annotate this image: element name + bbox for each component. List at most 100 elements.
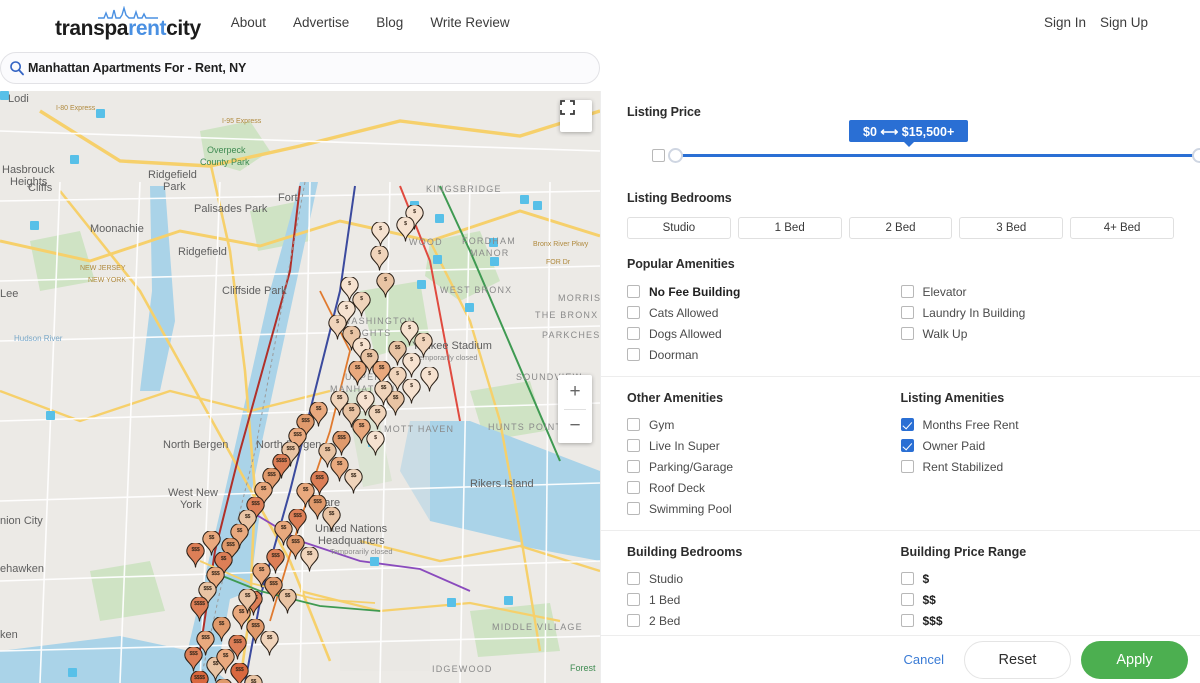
checkbox-cats-allowed[interactable]: Cats Allowed [627, 302, 901, 323]
checkbox-box[interactable] [627, 593, 640, 606]
map-price-pin[interactable]: $$ [374, 381, 393, 406]
sign-up-link[interactable]: Sign Up [1100, 15, 1148, 30]
checkbox-price-1[interactable]: $ [900, 568, 1175, 589]
map-price-pin[interactable]: $$ [344, 469, 363, 494]
site-logo[interactable]: transparentcity [55, 5, 201, 39]
skyline-icon [97, 5, 158, 19]
map-zoom-out-button[interactable]: − [558, 409, 592, 443]
price-slider-track[interactable] [677, 154, 1200, 157]
checkbox-box[interactable] [900, 614, 914, 627]
map-price-pin[interactable]: $$ [278, 589, 297, 614]
map-price-pin[interactable]: $$$ [214, 679, 233, 683]
bedroom-option-2bed[interactable]: 2 Bed [848, 217, 953, 239]
checkbox-building-studio[interactable]: Studio [627, 568, 901, 589]
map-price-pin[interactable]: $$ [300, 547, 319, 572]
checkbox-no-fee-building[interactable]: No Fee Building [627, 281, 901, 302]
checkbox-walk-up[interactable]: Walk Up [900, 323, 1175, 344]
bedroom-option-3bed[interactable]: 3 Bed [959, 217, 1064, 239]
map-price-pin[interactable]: $ [376, 273, 395, 298]
map-price-pin[interactable]: $$$$ [190, 597, 209, 622]
map-price-pin[interactable]: $$ [244, 675, 263, 683]
map-price-pin[interactable]: $ [366, 431, 385, 456]
nav-item-blog[interactable]: Blog [376, 15, 403, 30]
checkbox-elevator[interactable]: Elevator [900, 281, 1175, 302]
filter-panel-footer: Cancel Reset Apply [601, 635, 1200, 683]
nav-item-write-review[interactable]: Write Review [430, 15, 509, 30]
checkbox-box[interactable] [627, 285, 640, 298]
checkbox-roof-deck[interactable]: Roof Deck [627, 477, 901, 498]
map-price-pin[interactable]: $$$ [186, 543, 205, 568]
transit-icon [435, 214, 444, 223]
bedroom-option-1bed[interactable]: 1 Bed [737, 217, 842, 239]
logo-text: transparentcity [55, 18, 201, 39]
map-canvas[interactable]: Lodi Hasbrouck Heights Moonachie Ridgefield P… [0, 91, 600, 683]
checkbox-box[interactable] [627, 348, 640, 361]
checkbox-dogs-allowed[interactable]: Dogs Allowed [627, 323, 901, 344]
checkbox-parking-garage[interactable]: Parking/Garage [627, 456, 901, 477]
checkbox-box[interactable] [627, 306, 640, 319]
checkbox-box[interactable] [900, 306, 914, 319]
app-root: transparentcity About Advertise Blog Wri… [0, 0, 1200, 683]
map-price-pin[interactable]: $ [371, 222, 390, 247]
map-price-pin[interactable]: $$$$ [190, 671, 209, 683]
checkbox-price-2[interactable]: $$ [900, 589, 1175, 610]
checkbox-rent-stabilized[interactable]: Rent Stabilized [900, 456, 1175, 477]
checkbox-box[interactable] [627, 502, 640, 515]
checkbox-box[interactable] [627, 327, 640, 340]
checkbox-live-in-super[interactable]: Live In Super [627, 435, 901, 456]
sign-in-link[interactable]: Sign In [1044, 15, 1086, 30]
map-price-pin[interactable]: $$ [348, 361, 367, 386]
bedroom-option-4plusbed[interactable]: 4+ Bed [1070, 217, 1174, 239]
nav-item-advertise[interactable]: Advertise [293, 15, 349, 30]
cancel-button[interactable]: Cancel [894, 652, 954, 667]
checkbox-box[interactable] [900, 418, 914, 431]
map-fullscreen-button[interactable] [560, 100, 592, 132]
search-input[interactable]: Manhattan Apartments For - Rent, NY [0, 52, 600, 84]
checkbox-months-free-rent[interactable]: Months Free Rent [900, 414, 1175, 435]
map-zoom-controls[interactable]: + − [558, 375, 592, 443]
listing-price-checkbox[interactable] [652, 149, 665, 162]
map-zoom-in-button[interactable]: + [558, 375, 592, 409]
checkbox-box[interactable] [627, 481, 640, 494]
checkbox-swimming-pool[interactable]: Swimming Pool [627, 498, 901, 519]
checkbox-box[interactable] [627, 418, 640, 431]
map-price-pin[interactable]: $ [420, 367, 439, 392]
checkbox-label: Elevator [922, 284, 967, 299]
checkbox-box[interactable] [900, 285, 914, 298]
apply-button[interactable]: Apply [1081, 640, 1188, 679]
checkbox-building-2bed[interactable]: 2 Bed [627, 610, 901, 631]
listing-price-slider[interactable]: $0 ⟷ $15,500+ [627, 120, 1200, 176]
map-price-pin[interactable]: $$$ [184, 647, 203, 672]
checkbox-box[interactable] [900, 572, 914, 585]
map-price-pin[interactable]: $$ [260, 631, 279, 656]
checkbox-owner-paid[interactable]: Owner Paid [900, 435, 1175, 456]
checkbox-box[interactable] [900, 593, 914, 606]
price-slider-max-handle[interactable] [1192, 148, 1200, 163]
checkbox-box[interactable] [627, 572, 640, 585]
checkbox-box[interactable] [900, 327, 914, 340]
checkbox-box[interactable] [900, 460, 914, 473]
nav-item-about[interactable]: About [231, 15, 266, 30]
checkbox-box[interactable] [627, 439, 640, 452]
bedroom-option-studio[interactable]: Studio [627, 217, 731, 239]
map-price-pin[interactable]: $ [370, 246, 389, 271]
map-price-pin[interactable]: $$ [322, 507, 341, 532]
map-basemap [0, 91, 600, 683]
checkbox-price-3[interactable]: $$$ [900, 610, 1175, 631]
checkbox-box[interactable] [627, 460, 640, 473]
checkbox-box[interactable] [900, 439, 914, 452]
map-price-pin[interactable]: $ [396, 217, 415, 242]
transit-icon [489, 238, 498, 247]
checkbox-label: Studio [649, 571, 684, 586]
transit-icon [490, 257, 499, 266]
checkbox-doorman[interactable]: Doorman [627, 344, 901, 365]
reset-button[interactable]: Reset [964, 640, 1071, 679]
map-price-pin[interactable]: $$ [238, 589, 257, 614]
price-slider-min-handle[interactable] [668, 148, 683, 163]
checkbox-building-1bed[interactable]: 1 Bed [627, 589, 901, 610]
checkbox-gym[interactable]: Gym [627, 414, 901, 435]
checkbox-label: No Fee Building [649, 284, 741, 299]
checkbox-box[interactable] [627, 614, 640, 627]
section-listing-price: Listing Price $0 ⟷ $15,500+ [601, 91, 1200, 176]
checkbox-laundry-in-building[interactable]: Laundry In Building [900, 302, 1175, 323]
